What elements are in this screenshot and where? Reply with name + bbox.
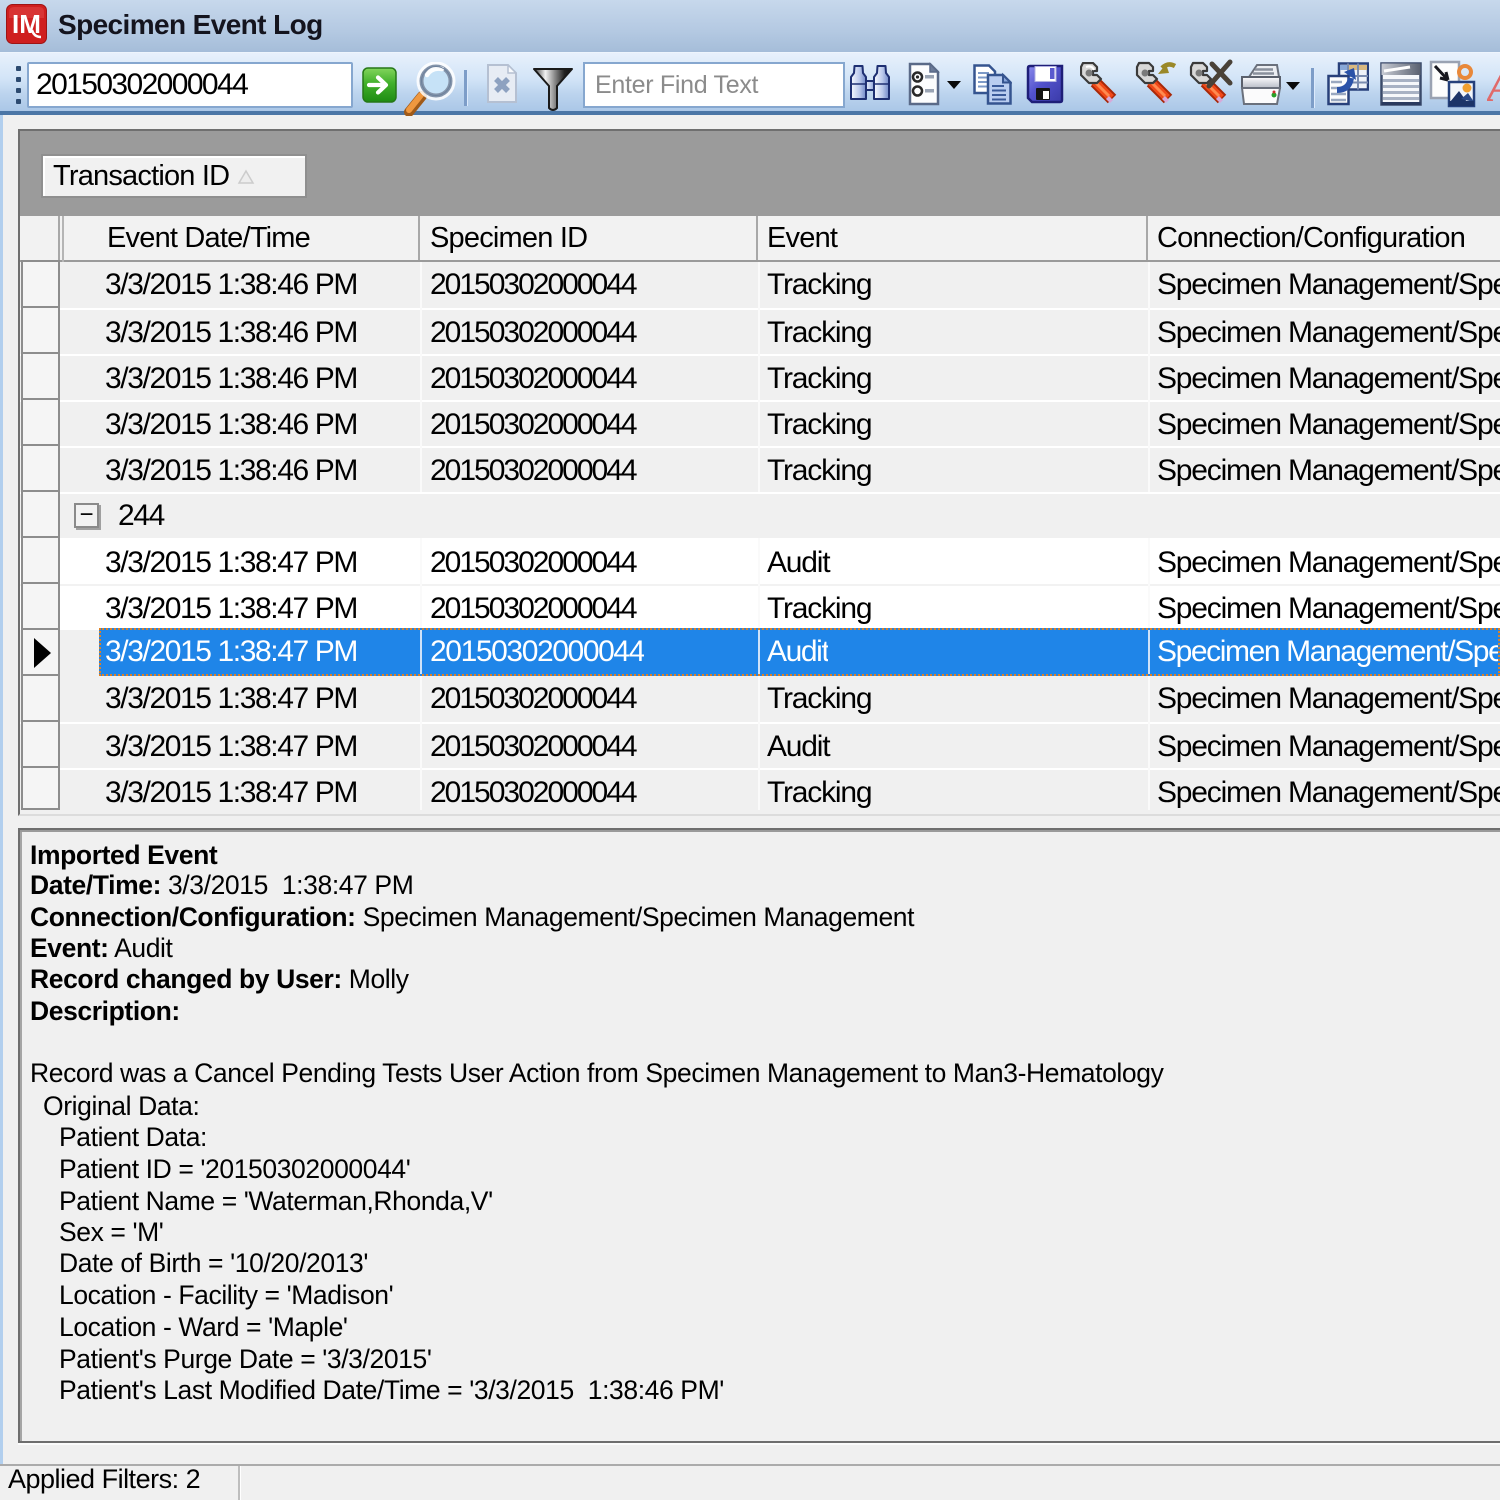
svg-text:IM: IM	[12, 9, 41, 39]
